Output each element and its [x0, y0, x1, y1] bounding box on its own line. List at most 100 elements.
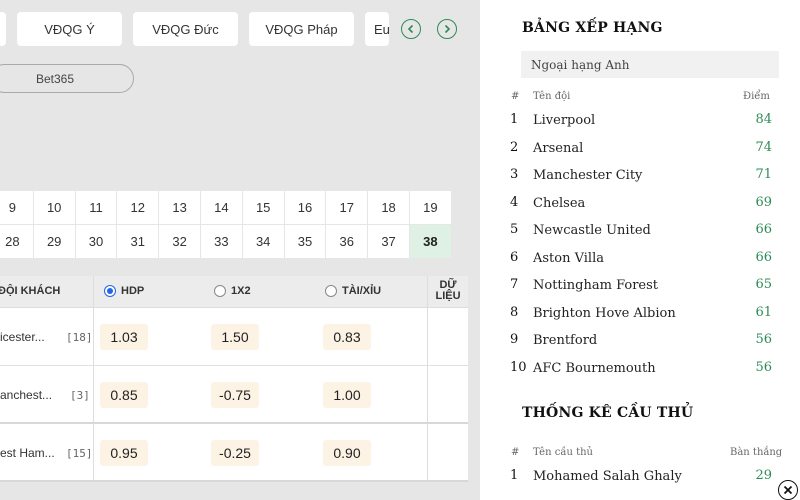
next-arrow-icon[interactable]	[437, 19, 457, 39]
column-divider	[427, 424, 428, 480]
team-points: 74	[755, 140, 772, 155]
round-cell[interactable]: 15	[242, 191, 285, 225]
1x2-odd[interactable]: 1.50	[211, 324, 259, 350]
taixiu-label: TÀI/XỈU	[342, 285, 382, 297]
round-cell[interactable]: 12	[117, 191, 160, 225]
league-tab-hidden[interactable]	[0, 12, 6, 46]
round-cell[interactable]: 32	[159, 225, 201, 259]
taixiu-radio[interactable]	[325, 285, 337, 297]
away-team-name: icester...	[0, 330, 45, 344]
standings-title: BẢNG XẾP HẠNG	[522, 20, 663, 36]
1x2-odd[interactable]: -0.25	[211, 440, 259, 466]
rank-number: 6	[510, 250, 519, 265]
1x2-radio[interactable]	[214, 285, 226, 297]
league-tab-europe[interactable]: Eu	[365, 12, 389, 46]
team-name: Newcastle United	[533, 223, 651, 238]
standings-row[interactable]: 6 Aston Villa 66	[510, 246, 772, 270]
rank-number: 3	[510, 167, 519, 182]
round-cell[interactable]: 11	[75, 191, 118, 225]
league-select[interactable]: Ngoại hạng Anh	[521, 51, 779, 78]
round-cell-active[interactable]: 38	[409, 225, 452, 259]
round-cell[interactable]: 34	[242, 225, 285, 259]
team-points: 69	[755, 195, 772, 210]
round-cell[interactable]: 16	[284, 191, 327, 225]
standings-row[interactable]: 9 Brentford 56	[510, 328, 772, 352]
standings-idx-header: #	[511, 91, 520, 102]
1x2-odd[interactable]: -0.75	[211, 382, 259, 408]
round-row: 28 29 30 31 32 33 34 35 36 37 38	[0, 225, 468, 259]
round-cell[interactable]: 37	[368, 225, 410, 259]
rank-number: 7	[510, 277, 519, 292]
team-name: Chelsea	[533, 196, 586, 211]
round-cell[interactable]: 28	[0, 225, 34, 259]
team-points: 56	[755, 360, 772, 375]
hdp-odd[interactable]: 1.03	[100, 324, 148, 350]
players-idx-header: #	[511, 447, 520, 458]
players-goals-header: Bàn thắng	[730, 447, 783, 458]
round-cell[interactable]: 36	[326, 225, 369, 259]
player-row[interactable]: 1 Mohamed Salah Ghaly 29	[510, 464, 772, 488]
standings-row[interactable]: 4 Chelsea 69	[510, 191, 772, 215]
1x2-option[interactable]: 1X2	[214, 285, 251, 297]
taixiu-odd[interactable]: 0.90	[323, 440, 371, 466]
player-name: Mohamed Salah Ghaly	[533, 469, 682, 484]
standings-row[interactable]: 2 Arsenal 74	[510, 136, 772, 160]
column-divider	[427, 276, 428, 307]
player-goals: 29	[755, 468, 772, 483]
hdp-odd[interactable]: 0.85	[100, 382, 148, 408]
league-tab-italy[interactable]: VĐQG Ý	[17, 12, 122, 46]
team-points: 71	[755, 167, 772, 182]
team-points: 84	[755, 112, 772, 127]
hdp-odd[interactable]: 0.95	[100, 440, 148, 466]
standings-row[interactable]: 3 Manchester City 71	[510, 163, 772, 187]
round-cell[interactable]: 19	[409, 191, 452, 225]
round-cell[interactable]: 33	[200, 225, 243, 259]
team-name: Nottingham Forest	[533, 278, 659, 293]
league-tab-germany[interactable]: VĐQG Đức	[133, 12, 238, 46]
team-points: 66	[755, 250, 772, 265]
round-cell[interactable]: 29	[33, 225, 76, 259]
table-row[interactable]: anchest... [3] 0.85 -0.75 1.00	[0, 366, 468, 424]
standings-points-header: Điểm	[743, 91, 770, 102]
round-cell[interactable]: 18	[368, 191, 410, 225]
table-header: ĐỘI KHÁCH HDP 1X2 TÀI/XỈU DỮ LIỆU	[0, 276, 468, 308]
round-cell[interactable]: 10	[33, 191, 76, 225]
player-rank: 1	[510, 468, 519, 483]
team-name: Brighton Hove Albion	[533, 306, 676, 321]
standings-row[interactable]: 8 Brighton Hove Albion 61	[510, 301, 772, 325]
standings-row[interactable]: 5 Newcastle United 66	[510, 218, 772, 242]
round-cell[interactable]: 14	[200, 191, 243, 225]
column-divider	[93, 366, 94, 422]
standings-row[interactable]: 10 AFC Bournemouth 56	[510, 356, 772, 380]
away-team-header: ĐỘI KHÁCH	[0, 285, 61, 297]
standings-row[interactable]: 1 Liverpool 84	[510, 108, 772, 132]
bookmaker-button[interactable]: Bet365	[0, 64, 134, 93]
taixiu-option[interactable]: TÀI/XỈU	[325, 285, 381, 297]
taixiu-odd[interactable]: 0.83	[323, 324, 371, 350]
round-cell[interactable]: 17	[326, 191, 369, 225]
table-row[interactable]: est Ham... [15] 0.95 -0.25 0.90	[0, 424, 468, 482]
standings-row[interactable]: 7 Nottingham Forest 65	[510, 273, 772, 297]
league-tab-france[interactable]: VĐQG Pháp	[249, 12, 354, 46]
team-points: 65	[755, 277, 772, 292]
column-divider	[427, 366, 428, 422]
round-selector: 9 10 11 12 13 14 15 16 17 18 19 28 29 30…	[0, 191, 468, 259]
taixiu-odd[interactable]: 1.00	[323, 382, 371, 408]
rank-number: 4	[510, 195, 519, 210]
round-cell[interactable]: 35	[284, 225, 327, 259]
odds-panel: VĐQG Ý VĐQG Đức VĐQG Pháp Eu Bet365 9 10…	[0, 0, 480, 500]
close-icon[interactable]	[778, 480, 798, 500]
hdp-option[interactable]: HDP	[104, 285, 144, 297]
round-cell[interactable]: 31	[117, 225, 160, 259]
hdp-label: HDP	[121, 285, 145, 297]
team-rank: [3]	[70, 389, 90, 402]
round-cell[interactable]: 13	[159, 191, 201, 225]
hdp-radio[interactable]	[104, 285, 116, 297]
team-name: Liverpool	[533, 113, 596, 128]
table-row[interactable]: icester... [18] 1.03 1.50 0.83	[0, 308, 468, 366]
prev-arrow-icon[interactable]	[401, 19, 421, 39]
player-stats-title: THỐNG KÊ CẦU THỦ	[522, 405, 694, 421]
round-cell[interactable]: 30	[75, 225, 118, 259]
round-cell[interactable]: 9	[0, 191, 34, 225]
team-name: AFC Bournemouth	[533, 361, 656, 376]
